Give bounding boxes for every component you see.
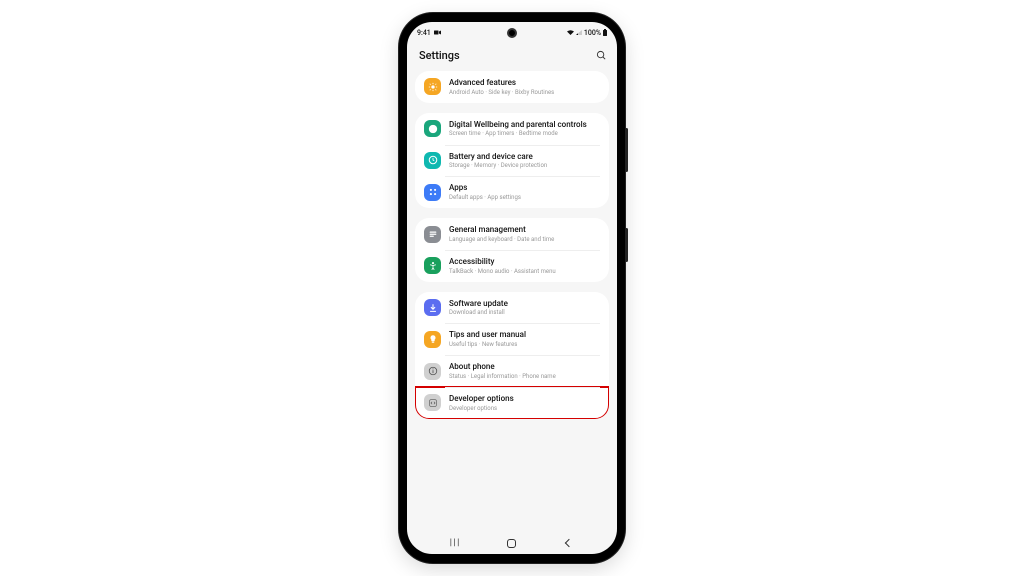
settings-group: Software updateDownload and install Tips … [415,292,609,419]
row-text: About phoneStatus · Legal information · … [449,362,600,380]
row-title: About phone [449,362,600,372]
settings-row-developer[interactable]: Developer optionsDeveloper options [415,387,609,419]
wellbeing-icon [424,120,441,137]
settings-list[interactable]: Advanced featuresAndroid Auto · Side key… [407,71,617,532]
front-camera [507,28,517,38]
battery-icon [603,29,607,38]
row-subtitle: Download and install [449,309,600,316]
nav-home[interactable] [492,539,532,548]
nav-bar: ||| [407,532,617,554]
screen: 9:41 100% Settings [407,22,617,554]
row-subtitle: Android Auto · Side key · Bixby Routines [449,89,600,96]
settings-group: General managementLanguage and keyboard … [415,218,609,282]
power-button[interactable] [625,228,628,262]
row-title: Software update [449,299,600,309]
row-title: General management [449,225,600,235]
row-subtitle: Default apps · App settings [449,194,600,201]
row-title: Apps [449,183,600,193]
nav-back[interactable] [549,540,589,546]
status-time: 9:41 [417,29,431,37]
volume-button[interactable] [625,128,628,172]
tips-icon [424,331,441,348]
settings-row-accessibility[interactable]: AccessibilityTalkBack · Mono audio · Ass… [415,250,609,282]
settings-row-general[interactable]: General managementLanguage and keyboard … [415,218,609,250]
settings-row-update[interactable]: Software updateDownload and install [415,292,609,324]
settings-row-wellbeing[interactable]: Digital Wellbeing and parental controlsS… [415,113,609,145]
row-subtitle: Storage · Memory · Device protection [449,162,600,169]
row-subtitle: Developer options [449,405,600,412]
update-icon [424,299,441,316]
row-subtitle: Language and keyboard · Date and time [449,236,600,243]
settings-row-apps[interactable]: AppsDefault apps · App settings [415,176,609,208]
settings-row-tips[interactable]: Tips and user manualUseful tips · New fe… [415,323,609,355]
row-subtitle: Screen time · App timers · Bedtime mode [449,130,600,137]
header: Settings [407,40,617,71]
search-icon[interactable] [596,46,607,65]
row-subtitle: Status · Legal information · Phone name [449,373,600,380]
general-icon [424,226,441,243]
signal-icon [576,29,582,37]
about-icon [424,363,441,380]
phone-frame: 9:41 100% Settings [399,13,625,563]
battery-icon [424,152,441,169]
row-title: Developer options [449,394,600,404]
row-text: Advanced featuresAndroid Auto · Side key… [449,78,600,96]
row-title: Accessibility [449,257,600,267]
battery-text: 100% [584,29,601,37]
row-text: Battery and device careStorage · Memory … [449,152,600,170]
settings-row-advanced[interactable]: Advanced featuresAndroid Auto · Side key… [415,71,609,103]
row-text: General managementLanguage and keyboard … [449,225,600,243]
row-text: Digital Wellbeing and parental controlsS… [449,120,600,138]
row-text: Tips and user manualUseful tips · New fe… [449,330,600,348]
row-text: Software updateDownload and install [449,299,600,317]
developer-icon [424,394,441,411]
advanced-icon [424,78,441,95]
row-subtitle: TalkBack · Mono audio · Assistant menu [449,268,600,275]
camera-status-icon [434,29,441,37]
row-title: Tips and user manual [449,330,600,340]
row-title: Battery and device care [449,152,600,162]
row-text: Developer optionsDeveloper options [449,394,600,412]
apps-icon [424,184,441,201]
settings-row-about[interactable]: About phoneStatus · Legal information · … [415,355,609,387]
wifi-icon [567,29,574,37]
row-title: Advanced features [449,78,600,88]
settings-row-battery[interactable]: Battery and device careStorage · Memory … [415,145,609,177]
settings-group: Advanced featuresAndroid Auto · Side key… [415,71,609,103]
nav-recent[interactable]: ||| [435,538,475,548]
settings-group: Digital Wellbeing and parental controlsS… [415,113,609,208]
row-text: AppsDefault apps · App settings [449,183,600,201]
accessibility-icon [424,257,441,274]
row-text: AccessibilityTalkBack · Mono audio · Ass… [449,257,600,275]
row-title: Digital Wellbeing and parental controls [449,120,600,130]
page-title: Settings [419,49,460,62]
row-subtitle: Useful tips · New features [449,341,600,348]
